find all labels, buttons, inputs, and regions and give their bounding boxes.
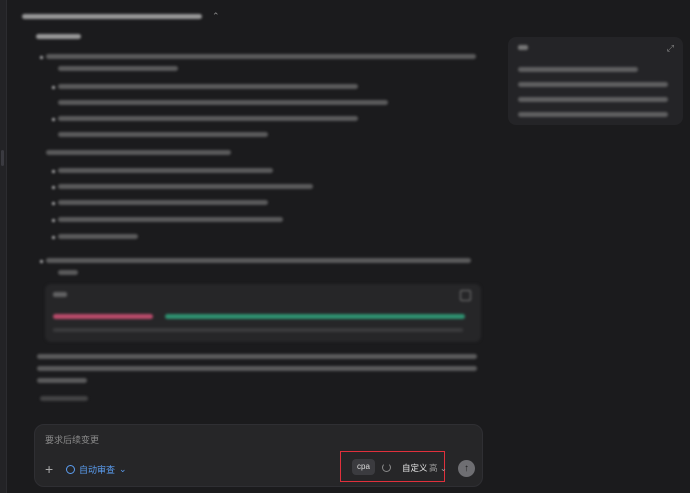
add-attachment-button[interactable]: +	[45, 462, 53, 476]
left-rail	[0, 0, 7, 493]
followup-input[interactable]: 要求后续变更	[45, 433, 99, 446]
model-chip[interactable]: cpa	[352, 459, 375, 475]
auto-review-toggle[interactable]: 自动审查 ⌄	[66, 463, 127, 476]
chevron-down-icon: ⌄	[119, 464, 127, 474]
chevron-up-icon[interactable]: ⌃	[212, 11, 220, 22]
code-block	[45, 284, 481, 342]
side-panel: ⤢	[508, 37, 683, 125]
loading-spinner-icon	[382, 463, 391, 472]
conversation-header: ⌃	[22, 8, 220, 24]
auto-review-label: 自动审查	[79, 465, 116, 475]
reasoning-level-select[interactable]: 高 ⌄	[429, 462, 447, 474]
send-button[interactable]: ↑	[458, 460, 475, 477]
copy-icon[interactable]	[460, 290, 471, 301]
custom-model-select[interactable]: 自定义	[402, 462, 428, 474]
expand-icon[interactable]: ⤢	[667, 43, 674, 54]
conversation-title[interactable]	[22, 13, 202, 19]
shield-icon	[66, 465, 75, 474]
chevron-down-icon: ⌄	[439, 463, 448, 473]
rail-handle[interactable]	[1, 150, 4, 166]
